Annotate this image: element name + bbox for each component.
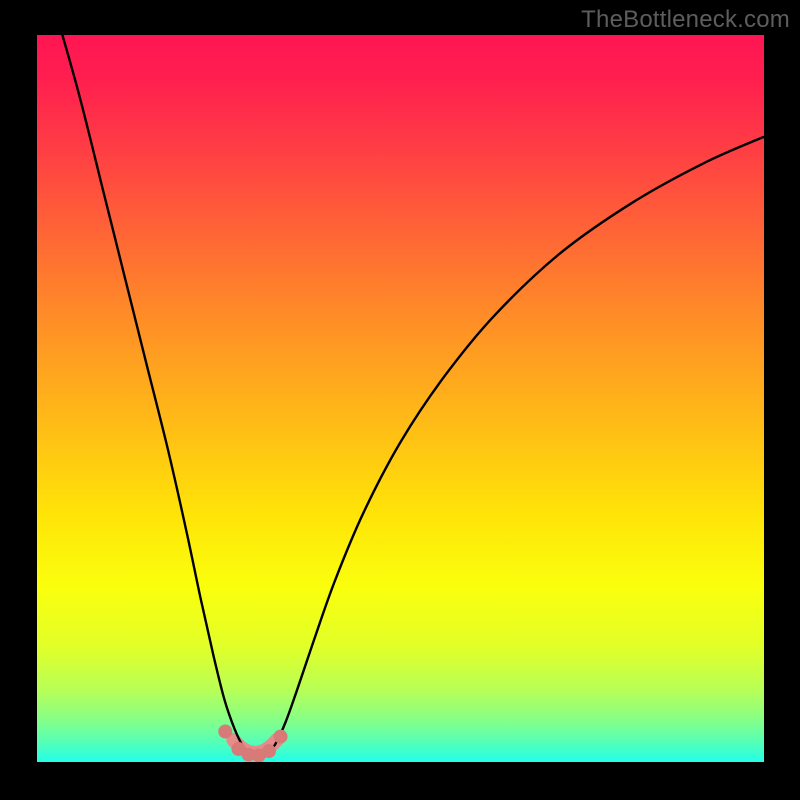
bottleneck-curve-path bbox=[62, 35, 764, 759]
marker-dot bbox=[218, 725, 232, 739]
curve-svg bbox=[37, 35, 764, 762]
marker-dot bbox=[274, 730, 288, 744]
plot-area bbox=[37, 35, 764, 762]
watermark-text: TheBottleneck.com bbox=[581, 6, 790, 34]
chart-frame: TheBottleneck.com bbox=[0, 0, 800, 800]
marker-dot bbox=[262, 744, 276, 758]
